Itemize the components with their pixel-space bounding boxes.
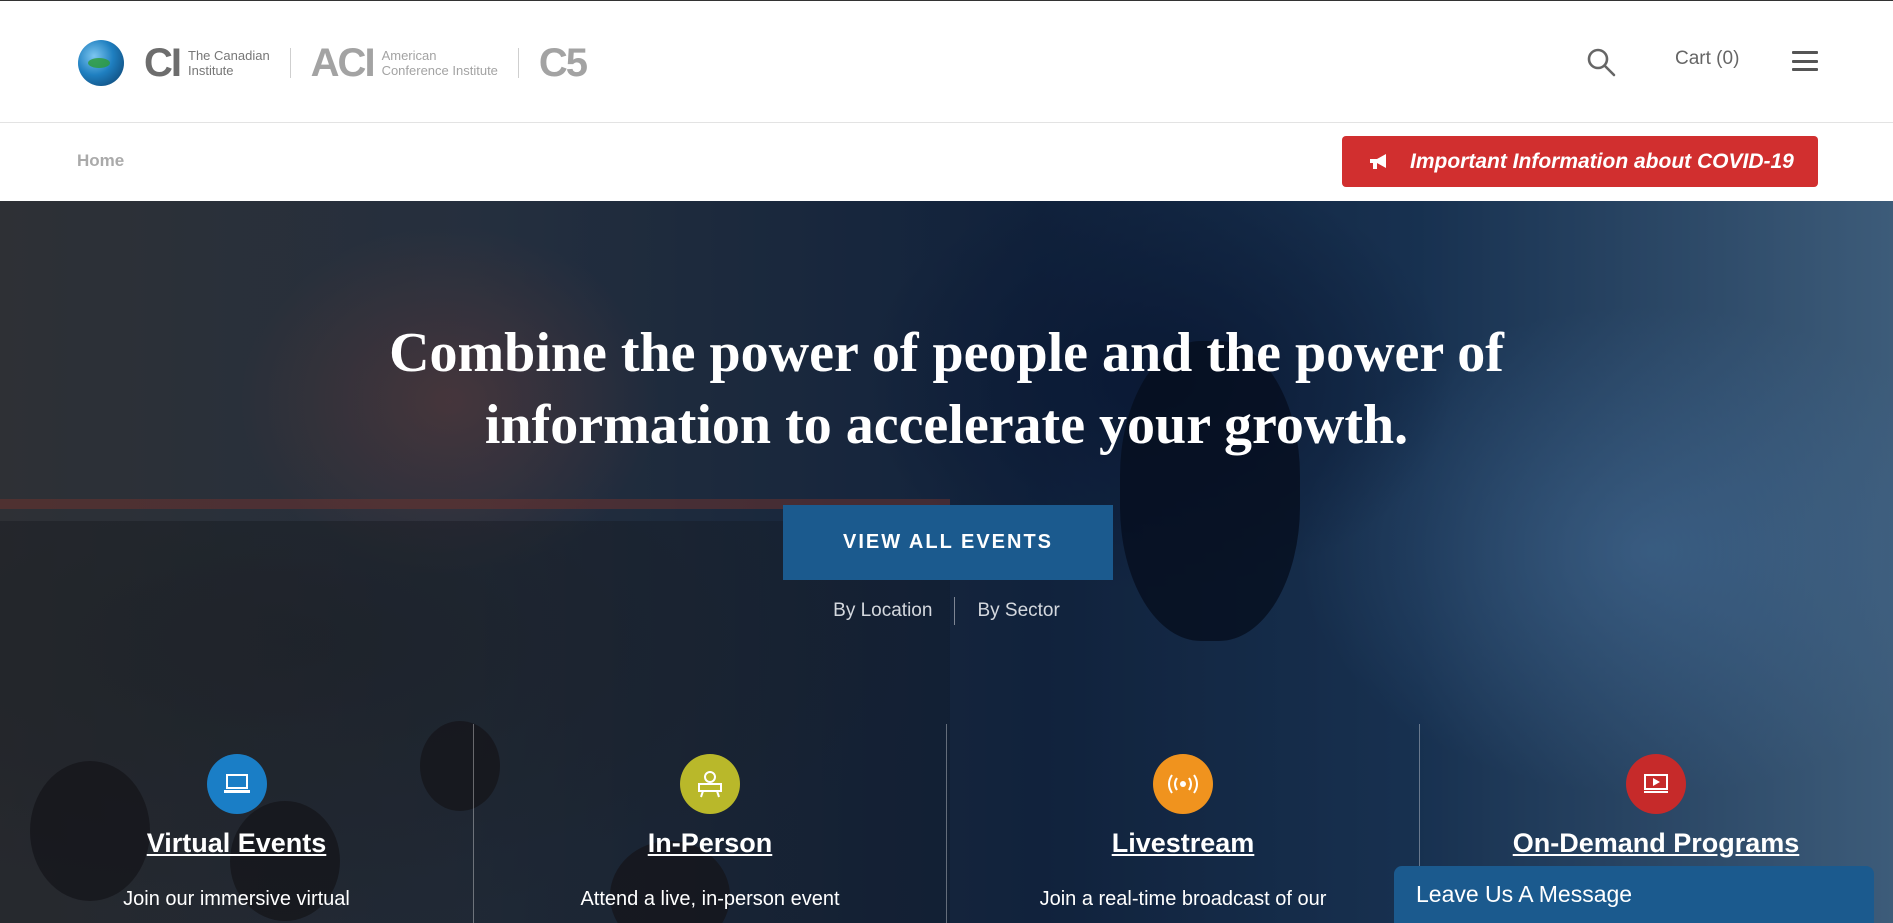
cart-link[interactable]: Cart (0) (1675, 48, 1739, 70)
hamburger-menu-icon[interactable] (1792, 51, 1818, 71)
logo-group[interactable]: CI The Canadian Institute ACI American C… (78, 39, 588, 87)
view-all-events-button[interactable]: VIEW ALL EVENTS (783, 505, 1113, 580)
hero-headline: Combine the power of people and the powe… (389, 322, 1504, 456)
covid-info-label: Important Information about COVID-19 (1410, 149, 1794, 173)
search-icon[interactable] (1586, 47, 1616, 77)
video-play-icon (1626, 754, 1686, 814)
livestream-desc: Join a real-time broadcast of our (1039, 888, 1327, 910)
site-header: CI The Canadian Institute ACI American C… (0, 0, 1893, 123)
broadcast-icon (1153, 754, 1213, 814)
aci-logo-subtitle-line1: American (381, 48, 437, 63)
ci-logo-mark: CI (144, 40, 182, 85)
event-type-livestream: Livestream Join a real-time broadcast of… (946, 724, 1419, 923)
aci-logo-subtitle: American Conference Institute (382, 48, 498, 78)
laptop-icon (206, 754, 267, 814)
by-sector-link[interactable]: By Sector (977, 600, 1059, 622)
logo-divider (517, 48, 519, 78)
livestream-link[interactable]: Livestream (1112, 828, 1255, 859)
in-person-desc: Attend a live, in-person event (580, 888, 840, 910)
c5-logo-mark: C5 (538, 40, 588, 85)
aci-logo-subtitle-line2: Conference Institute (381, 63, 498, 78)
hero-section: Combine the power of people and the powe… (0, 201, 1893, 923)
hero-filter-links: By Location By Sector (0, 597, 1893, 625)
leave-message-chat-widget[interactable]: Leave Us A Message (1394, 866, 1874, 923)
event-type-virtual: Virtual Events Join our immersive virtua… (0, 724, 473, 923)
on-demand-programs-link[interactable]: On-Demand Programs (1513, 828, 1800, 859)
virtual-events-link[interactable]: Virtual Events (147, 828, 327, 859)
logo-divider (289, 48, 291, 78)
virtual-events-desc: Join our immersive virtual (123, 888, 350, 910)
breadcrumb-home[interactable]: Home (77, 151, 124, 171)
globe-logo-icon (78, 40, 124, 86)
covid-info-button[interactable]: Important Information about COVID-19 (1342, 136, 1818, 187)
aci-logo-mark: ACI (310, 40, 376, 85)
megaphone-icon (1370, 153, 1386, 169)
in-person-link[interactable]: In-Person (648, 828, 773, 859)
by-location-link[interactable]: By Location (833, 600, 932, 622)
ci-logo-subtitle-line2: Institute (188, 63, 234, 78)
presenter-icon (680, 754, 740, 814)
event-type-in-person: In-Person Attend a live, in-person event (473, 724, 946, 923)
subheader-bar: Home Important Information about COVID-1… (0, 123, 1893, 201)
ci-logo-subtitle: The Canadian Institute (188, 48, 270, 78)
link-divider (954, 597, 956, 625)
ci-logo-subtitle-line1: The Canadian (188, 48, 270, 63)
